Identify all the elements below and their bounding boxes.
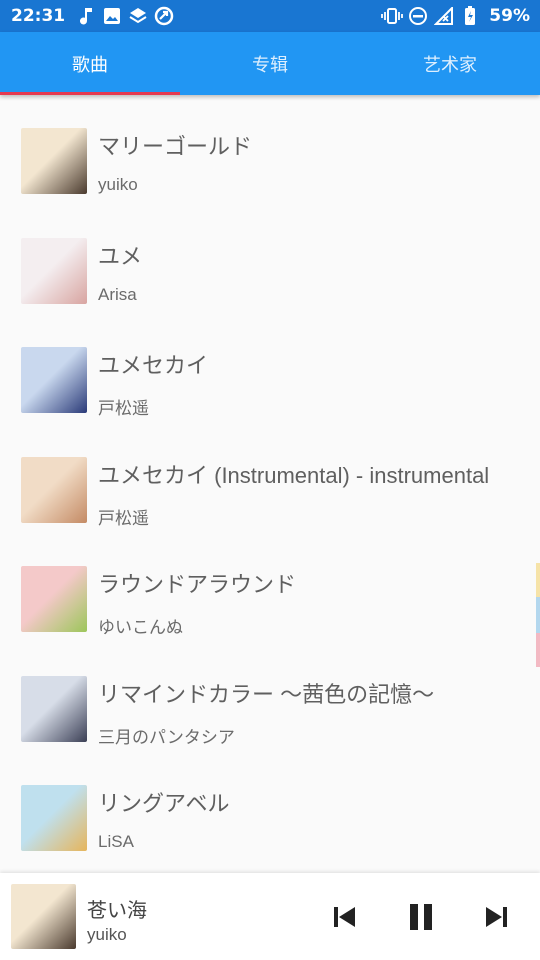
status-right-icons: 59% — [381, 5, 530, 27]
song-artist: Arisa — [98, 284, 137, 304]
skip-previous-icon — [334, 907, 355, 927]
vibrate-icon — [381, 5, 404, 27]
battery-percent: 59% — [489, 6, 530, 26]
song-artist: 戸松遥 — [98, 399, 149, 418]
do-not-disturb-icon — [407, 5, 429, 27]
album-cover — [21, 785, 87, 851]
song-row[interactable]: ユメセカイ (Instrumental) - instrumental 戸松遥 — [0, 424, 540, 534]
song-title: マリーゴールド — [98, 134, 253, 159]
tab-albums[interactable]: 专辑 — [180, 32, 360, 95]
status-bar: 22:31 59% — [0, 0, 540, 32]
tab-bar: 歌曲 专辑 艺术家 — [0, 32, 540, 95]
pause-icon — [410, 904, 432, 930]
previous-button[interactable] — [326, 899, 362, 935]
scroll-indicator-blue — [536, 597, 540, 633]
song-row[interactable]: ラウンドアラウンド ゆいこんぬ — [0, 533, 540, 643]
status-time: 22:31 — [11, 6, 66, 26]
scroll-indicator-pink — [536, 633, 540, 667]
song-row[interactable]: リマインドカラー 〜茜色の記憶〜 三月のパンタシア — [0, 643, 540, 753]
song-title: ラウンドアラウンド — [98, 572, 297, 597]
album-cover — [21, 456, 87, 523]
song-artist: yuiko — [98, 175, 138, 194]
album-cover — [21, 566, 87, 632]
now-playing-title: 苍い海 — [87, 900, 147, 922]
next-button[interactable] — [479, 899, 515, 935]
album-cover — [21, 347, 87, 413]
now-playing-cover[interactable] — [11, 884, 76, 949]
music-note-icon — [75, 5, 97, 27]
now-playing-artist: yuiko — [87, 925, 127, 944]
now-playing-bar[interactable]: 苍い海 yuiko — [0, 873, 540, 960]
song-artist: 三月のパンタシア — [98, 727, 235, 747]
battery-icon — [459, 5, 481, 27]
tab-songs[interactable]: 歌曲 — [0, 32, 180, 95]
song-list: マリーゴールド yuiko ユメ Arisa ユメセカイ 戸松遥 ユメセカイ (… — [0, 95, 540, 862]
song-title: ユメセカイ — [98, 353, 209, 378]
tab-artists[interactable]: 艺术家 — [360, 32, 540, 95]
signal-icon — [433, 5, 455, 27]
song-row[interactable]: ユメ Arisa — [0, 205, 540, 315]
song-artist: 戸松遥 — [98, 508, 149, 528]
tab-label: 艺术家 — [423, 54, 477, 75]
song-row[interactable]: リングアベル LiSA — [0, 752, 540, 862]
song-title: リマインドカラー 〜茜色の記憶〜 — [98, 681, 435, 707]
sync-icon — [153, 5, 175, 27]
song-title: ユメセカイ (Instrumental) - instrumental — [98, 462, 490, 488]
song-row[interactable]: ユメセカイ 戸松遥 — [0, 314, 540, 424]
layers-icon — [127, 5, 149, 27]
image-icon — [101, 5, 123, 27]
skip-next-icon — [486, 907, 507, 927]
album-cover — [21, 128, 87, 194]
song-row[interactable]: マリーゴールド yuiko — [0, 95, 540, 205]
tab-label: 歌曲 — [72, 54, 108, 75]
album-cover — [21, 675, 87, 742]
song-artist: LiSA — [98, 832, 134, 851]
song-title: リングアベル — [98, 791, 230, 816]
song-title: ユメ — [98, 243, 143, 269]
song-artist: ゆいこんぬ — [98, 618, 183, 637]
tab-label: 专辑 — [252, 54, 288, 75]
album-cover — [21, 237, 87, 304]
pause-button[interactable] — [403, 899, 439, 935]
scroll-indicator-yellow — [536, 563, 540, 597]
